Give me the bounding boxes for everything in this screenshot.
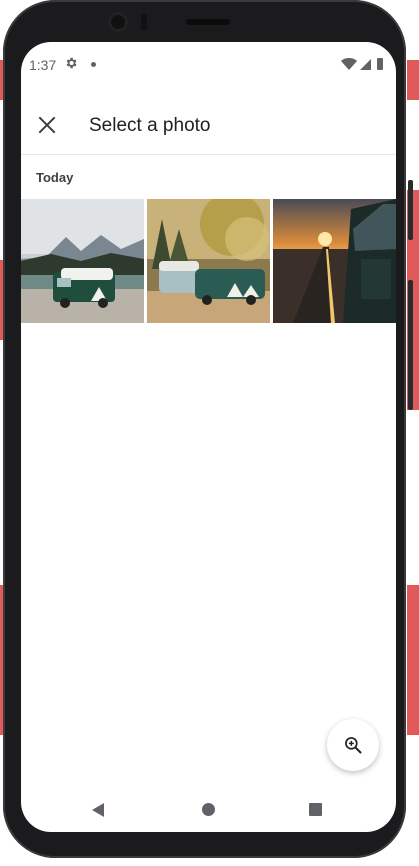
close-icon: [38, 116, 56, 134]
back-icon[interactable]: [91, 802, 105, 818]
photo-thumbnail-3[interactable]: [273, 199, 396, 323]
system-status-icons: [341, 58, 383, 70]
background-strip: [407, 60, 419, 100]
photo-road-sunset: [273, 199, 396, 323]
front-camera: [108, 12, 128, 32]
photo-thumbnail-1[interactable]: [21, 199, 144, 323]
battery-icon: [377, 58, 383, 70]
photo-vans-forest: [147, 199, 270, 323]
notification-dot-icon: [91, 62, 96, 67]
photo-van-mountains: [21, 199, 144, 323]
page-title: Select a photo: [89, 115, 211, 136]
section-label-today: Today: [36, 170, 74, 185]
wifi-icon: [341, 58, 357, 70]
app-bar: Select a photo: [21, 97, 396, 153]
status-bar: 1:37: [21, 42, 396, 82]
photo-grid: [21, 199, 396, 323]
status-time: 1:37: [29, 57, 57, 73]
close-button[interactable]: [33, 111, 61, 139]
volume-button: [408, 280, 413, 410]
earpiece-speaker: [186, 19, 230, 25]
photo-thumbnail-2[interactable]: [147, 199, 270, 323]
sensor: [141, 14, 147, 30]
zoom-in-button[interactable]: [327, 719, 379, 771]
zoom-in-icon: [345, 737, 362, 754]
gear-icon: [66, 57, 77, 69]
power-button: [408, 180, 413, 240]
navigation-bar: [21, 787, 396, 832]
app-bar-divider: [21, 154, 396, 155]
home-icon[interactable]: [202, 803, 215, 816]
phone-frame: 1:37 Select a photo Today: [3, 0, 413, 858]
background-strip: [407, 585, 419, 735]
recents-icon[interactable]: [309, 803, 322, 816]
screen: 1:37 Select a photo Today: [21, 42, 396, 832]
signal-icon: [360, 59, 371, 70]
